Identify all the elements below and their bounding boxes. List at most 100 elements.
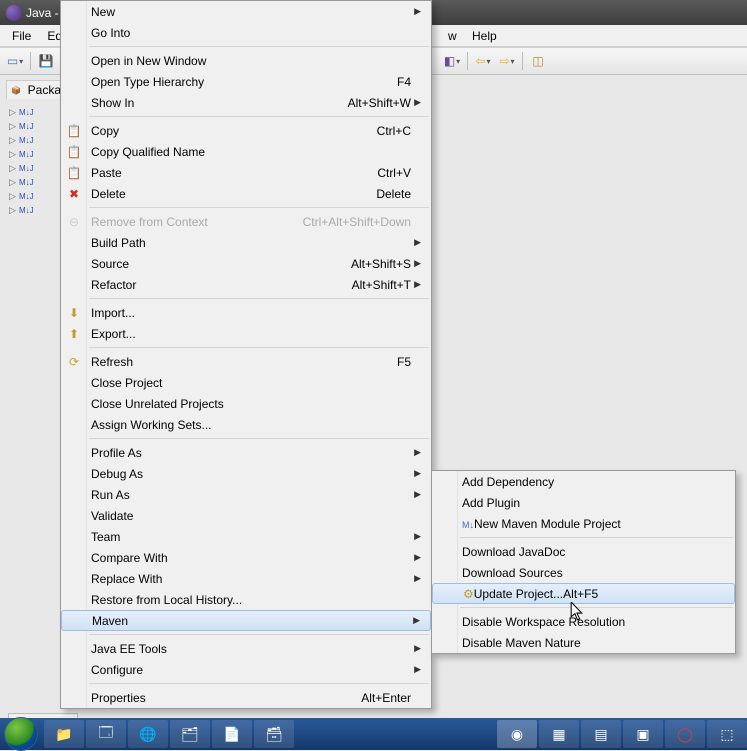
taskbar-app[interactable]: ▣ [623, 720, 663, 748]
expand-icon[interactable]: ▷ [8, 150, 17, 159]
menu-item-compare-with[interactable]: Compare With▶ [61, 547, 431, 568]
menu-item-label: Replace With [91, 572, 411, 586]
menu-item-profile-as[interactable]: Profile As▶ [61, 442, 431, 463]
project-item[interactable]: ▷M↓J [6, 119, 66, 133]
menu-item-download-javadoc[interactable]: Download JavaDoc [432, 541, 735, 562]
menu-shortcut: Alt+F5 [563, 587, 598, 601]
submenu-arrow-icon: ▶ [410, 615, 420, 626]
menu-item-label: Refactor [91, 278, 352, 292]
project-item[interactable]: ▷M↓J [6, 161, 66, 175]
menu-item-team[interactable]: Team▶ [61, 526, 431, 547]
menu-item-add-plugin[interactable]: Add Plugin [432, 492, 735, 513]
expand-icon[interactable]: ▷ [8, 192, 17, 201]
menu-item-maven[interactable]: Maven▶ [61, 610, 431, 631]
taskbar-eclipse[interactable]: ◉ [497, 720, 537, 748]
menu-item-paste[interactable]: 📋PasteCtrl+V [61, 162, 431, 183]
project-item[interactable]: ▷M↓J [6, 105, 66, 119]
menu-item-delete[interactable]: ✖DeleteDelete [61, 183, 431, 204]
menu-item-new-maven-module-project[interactable]: M↓New Maven Module Project [432, 513, 735, 534]
menu-item-new[interactable]: New▶ [61, 1, 431, 22]
taskbar-app[interactable]: ◯ [665, 720, 705, 748]
taskbar-app[interactable]: 🗃 [254, 720, 294, 748]
menu-item-label: Maven [92, 614, 410, 628]
menu-item-go-into[interactable]: Go Into [61, 22, 431, 43]
menu-item-label: Show In [91, 96, 348, 110]
menu-item-replace-with[interactable]: Replace With▶ [61, 568, 431, 589]
menu-item-disable-workspace-resolution[interactable]: Disable Workspace Resolution [432, 611, 735, 632]
expand-icon[interactable]: ▷ [8, 122, 17, 131]
menu-item-show-in[interactable]: Show InAlt+Shift+W▶ [61, 92, 431, 113]
menu-help[interactable]: Help [464, 27, 505, 45]
new-button[interactable]: ▭▾ [4, 50, 26, 72]
maven-icon: M↓ [462, 517, 474, 531]
menu-item-open-type-hierarchy[interactable]: Open Type HierarchyF4 [61, 71, 431, 92]
project-item[interactable]: ▷M↓J [6, 147, 66, 161]
menu-item-java-ee-tools[interactable]: Java EE Tools▶ [61, 638, 431, 659]
taskbar-app[interactable]: 🌐 [128, 720, 168, 748]
menu-item-update-project[interactable]: ⚙Update Project...Alt+F5 [432, 583, 735, 604]
expand-icon[interactable]: ▷ [8, 206, 17, 215]
delete-icon: ✖ [65, 187, 83, 201]
expand-icon[interactable]: ▷ [8, 178, 17, 187]
menu-item-open-in-new-window[interactable]: Open in New Window [61, 50, 431, 71]
start-button[interactable] [4, 717, 38, 751]
menu-item-run-as[interactable]: Run As▶ [61, 484, 431, 505]
back-button[interactable]: ⇦▾ [472, 50, 494, 72]
menu-shortcut: Alt+Shift+T [352, 278, 411, 292]
menu-item-configure[interactable]: Configure▶ [61, 659, 431, 680]
menu-item-source[interactable]: SourceAlt+Shift+S▶ [61, 253, 431, 274]
menu-item-download-sources[interactable]: Download Sources [432, 562, 735, 583]
menu-item-import[interactable]: ⬇Import... [61, 302, 431, 323]
menu-item-label: Team [91, 530, 411, 544]
project-item[interactable]: ▷M↓J [6, 203, 66, 217]
menu-item-refactor[interactable]: RefactorAlt+Shift+T▶ [61, 274, 431, 295]
project-tree: ▷M↓J▷M↓J▷M↓J▷M↓J▷M↓J▷M↓J▷M↓J▷M↓J [6, 105, 66, 217]
expand-icon[interactable]: ▷ [8, 108, 17, 117]
menu-item-build-path[interactable]: Build Path▶ [61, 232, 431, 253]
taskbar-app[interactable]: ▦ [539, 720, 579, 748]
expand-icon[interactable]: ▷ [8, 164, 17, 173]
menu-item-debug-as[interactable]: Debug As▶ [61, 463, 431, 484]
menu-item-label: Validate [91, 509, 411, 523]
taskbar-app[interactable]: 🗔 [86, 720, 126, 748]
project-item[interactable]: ▷M↓J [6, 133, 66, 147]
taskbar-app[interactable]: ⬚ [707, 720, 747, 748]
expand-icon[interactable]: ▷ [8, 136, 17, 145]
project-item[interactable]: ▷M↓J [6, 175, 66, 189]
menu-item-copy[interactable]: 📋CopyCtrl+C [61, 120, 431, 141]
menu-item-validate[interactable]: Validate [61, 505, 431, 526]
menu-item-copy-qualified-name[interactable]: 📋Copy Qualified Name [61, 141, 431, 162]
menu-item-label: Add Dependency [462, 475, 554, 489]
menu-item-label: Java EE Tools [91, 642, 411, 656]
menu-item-close-project[interactable]: Close Project [61, 372, 431, 393]
menu-separator [89, 207, 429, 208]
menu-item-label: Update Project... [474, 587, 563, 601]
menu-shortcut: Ctrl+Alt+Shift+Down [303, 215, 411, 229]
menu-item-label: Open in New Window [91, 54, 411, 68]
project-item[interactable]: ▷M↓J [6, 189, 66, 203]
toolbar-button[interactable]: ◫ [527, 50, 549, 72]
submenu-arrow-icon: ▶ [411, 468, 421, 479]
save-button[interactable]: 💾 [35, 50, 57, 72]
menu-item-restore-from-local-history[interactable]: Restore from Local History... [61, 589, 431, 610]
menu-item-export[interactable]: ⬆Export... [61, 323, 431, 344]
menu-shortcut: Ctrl+C [377, 124, 411, 138]
menu-w[interactable]: w [440, 27, 465, 45]
menu-item-refresh[interactable]: ⟳RefreshF5 [61, 351, 431, 372]
menu-separator [89, 298, 429, 299]
menu-item-add-dependency[interactable]: Add Dependency [432, 471, 735, 492]
menu-item-properties[interactable]: PropertiesAlt+Enter [61, 687, 431, 708]
package-explorer-tab[interactable]: 📦 Packa [6, 80, 66, 99]
toolbar-button[interactable]: ◧▾ [441, 50, 463, 72]
menu-item-close-unrelated-projects[interactable]: Close Unrelated Projects [61, 393, 431, 414]
taskbar-app[interactable]: 🗂 [170, 720, 210, 748]
taskbar-explorer[interactable]: 📁 [44, 720, 84, 748]
taskbar-app[interactable]: ▤ [581, 720, 621, 748]
menu-item-disable-maven-nature[interactable]: Disable Maven Nature [432, 632, 735, 653]
taskbar-app[interactable]: 📄 [212, 720, 252, 748]
forward-button[interactable]: ⇨▾ [496, 50, 518, 72]
menu-file[interactable]: File [4, 27, 39, 45]
menu-item-assign-working-sets[interactable]: Assign Working Sets... [61, 414, 431, 435]
menu-separator [89, 347, 429, 348]
menu-item-label: Open Type Hierarchy [91, 75, 397, 89]
